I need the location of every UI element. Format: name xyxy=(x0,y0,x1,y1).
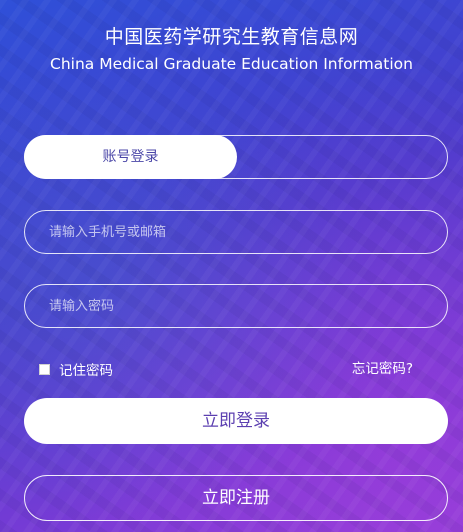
site-title-english: China Medical Graduate Education Informa… xyxy=(50,55,413,73)
remember-checkbox[interactable] xyxy=(39,363,50,375)
site-title-chinese: 中国医药学研究生教育信息网 xyxy=(104,26,359,48)
account-input[interactable] xyxy=(25,211,447,253)
login-button[interactable]: 立即登录 xyxy=(24,398,448,444)
password-field xyxy=(24,284,448,328)
forgot-password-link[interactable]: 忘记密码? xyxy=(352,360,413,378)
register-button[interactable]: 立即注册 xyxy=(24,475,448,521)
password-input[interactable] xyxy=(25,285,447,327)
login-tab-bar: 账号登录 xyxy=(24,135,448,179)
background-texture xyxy=(0,0,463,532)
account-field xyxy=(24,210,448,254)
tab-account-login[interactable]: 账号登录 xyxy=(24,135,237,179)
remember-label: 记住密码 xyxy=(59,363,113,379)
login-screen: 中国医药学研究生教育信息网 China Medical Graduate Edu… xyxy=(0,0,463,532)
remember-password[interactable]: 记住密码 xyxy=(39,360,113,379)
